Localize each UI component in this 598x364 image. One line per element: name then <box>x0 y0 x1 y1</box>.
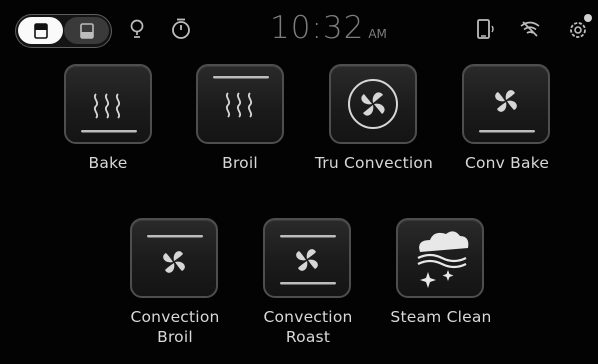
tru-convection-tile[interactable] <box>329 64 417 144</box>
clock: 10:32 AM <box>270 10 387 50</box>
wifi-off-icon[interactable] <box>519 17 541 41</box>
convection-roast-tile[interactable] <box>263 218 351 298</box>
lower-oven-segment[interactable] <box>64 17 109 44</box>
convection-roast-label: Convection Roast <box>253 307 363 347</box>
steam-clean-label: Steam Clean <box>390 308 492 326</box>
tru-convection-icon <box>348 79 398 129</box>
steam-clean-tile[interactable] <box>396 218 484 298</box>
convection-broil-label-line2: Broil <box>157 328 193 346</box>
lower-oven-icon <box>79 22 94 39</box>
oven-control-screen: 10:32 AM Bake Broil Tru Convection Conv … <box>0 0 598 364</box>
convection-broil-label: Convection Broil <box>120 307 230 347</box>
tru-convection-label: Tru Convection <box>314 154 434 172</box>
remote-enable-icon[interactable] <box>475 17 497 41</box>
upper-oven-segment[interactable] <box>18 17 63 44</box>
clock-time: 10:32 <box>270 10 365 46</box>
broil-label: Broil <box>222 154 258 172</box>
broil-tile[interactable] <box>196 64 284 144</box>
oven-cavity-toggle[interactable] <box>15 14 112 48</box>
lightbulb-icon[interactable] <box>126 17 148 41</box>
broil-icon <box>213 76 269 118</box>
clock-ampm: AM <box>368 27 387 41</box>
steam-clean-icon <box>417 231 469 288</box>
conv-bake-tile[interactable] <box>462 64 550 144</box>
convection-broil-icon <box>147 235 203 273</box>
settings-notification-dot <box>584 14 592 22</box>
convection-broil-tile[interactable] <box>130 218 218 298</box>
convection-roast-icon <box>280 235 336 285</box>
bake-icon <box>81 93 137 133</box>
upper-oven-icon <box>33 22 48 39</box>
convection-roast-label-line1: Convection <box>263 308 353 326</box>
bake-label: Bake <box>88 154 128 172</box>
timer-icon[interactable] <box>170 17 192 41</box>
convection-roast-label-line2: Roast <box>285 328 331 346</box>
conv-bake-icon <box>479 90 535 133</box>
conv-bake-label: Conv Bake <box>464 154 550 172</box>
convection-broil-label-line1: Convection <box>130 308 220 326</box>
bake-tile[interactable] <box>64 64 152 144</box>
